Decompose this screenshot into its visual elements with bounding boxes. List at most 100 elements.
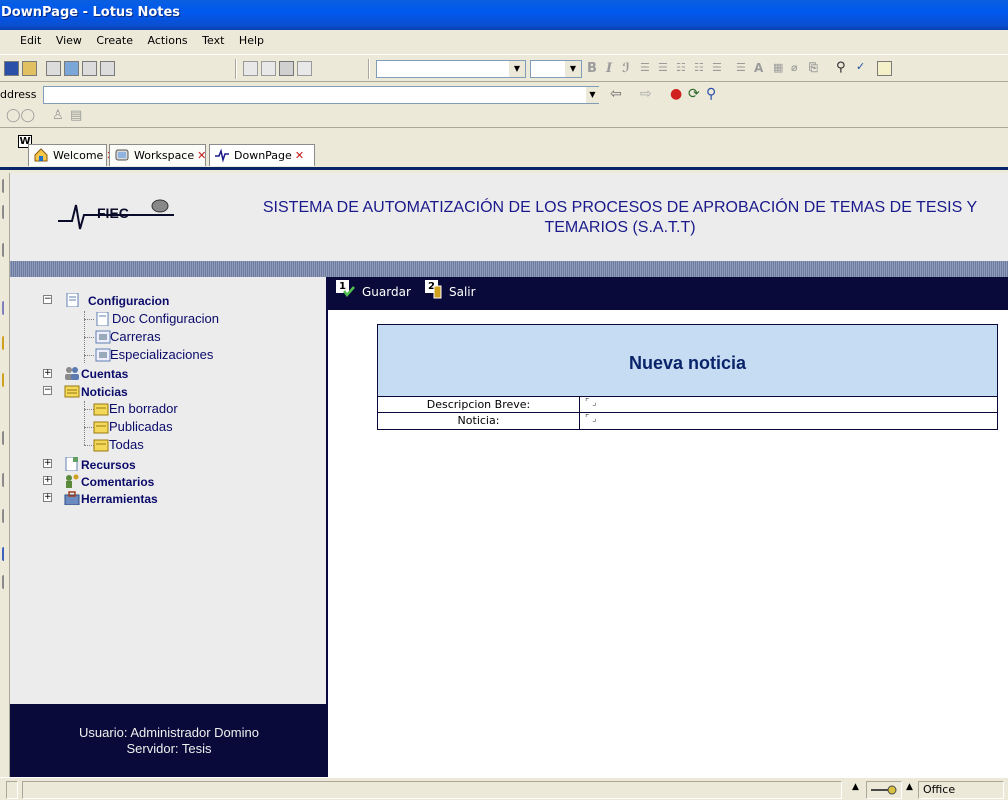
bullets-icon[interactable]: ☷ [676, 61, 686, 74]
attach-icon[interactable]: ⌀ [791, 61, 798, 74]
menu-actions[interactable]: Actions [147, 34, 187, 47]
bookmark-icon[interactable] [2, 301, 10, 315]
highlight-icon[interactable]: ℐ [622, 61, 630, 76]
style-combo[interactable]: ▼ [376, 60, 526, 78]
bookmark-icon[interactable] [2, 243, 10, 257]
menu-create[interactable]: Create [96, 34, 133, 47]
menu-edit[interactable]: Edit [20, 34, 41, 47]
security-indicator[interactable] [866, 781, 902, 799]
expand-toggle-icon[interactable]: + [43, 493, 52, 502]
bookmark-icon[interactable] [2, 473, 10, 487]
location-selector[interactable]: Office [918, 781, 1004, 799]
sidebar-item-publicadas[interactable]: Publicadas [109, 419, 173, 434]
menu-help[interactable]: Help [239, 34, 264, 47]
noticia-field[interactable]: ⌜ ⌟ [581, 413, 997, 429]
close-icon[interactable]: ✕ [295, 149, 304, 162]
guardar-button[interactable]: 1 Guardar [336, 280, 411, 299]
sidebar-item-especializaciones[interactable]: Especializaciones [110, 347, 213, 362]
bookmark-icon[interactable] [2, 373, 10, 387]
field-label: Descripcion Breve: [378, 397, 580, 413]
open-icon[interactable] [22, 61, 37, 76]
back-icon[interactable]: ⇦ [610, 86, 622, 102]
tree-line [84, 319, 94, 320]
spell-check-icon[interactable]: ✓ [856, 60, 865, 73]
align-center-icon[interactable]: ☰ [658, 61, 668, 74]
mail-icon[interactable] [64, 61, 79, 76]
spacing-icon[interactable]: ☰ [736, 61, 746, 74]
paragraph-icon[interactable]: ☰ [712, 61, 722, 74]
tab-downpage[interactable]: DownPage ✕ [209, 144, 315, 166]
close-icon[interactable]: ✕ [197, 149, 206, 162]
sidebar-item-herramientas[interactable]: Herramientas [81, 492, 158, 506]
bookmark-icon[interactable] [2, 205, 10, 219]
bookmark-icon[interactable] [2, 179, 10, 193]
expand-toggle-icon[interactable]: + [43, 369, 52, 378]
chevron-up-icon[interactable]: ▲ [906, 782, 913, 792]
copy-icon[interactable] [261, 61, 276, 76]
users-icon [65, 367, 79, 380]
preview-icon[interactable] [100, 61, 115, 76]
descripcion-breve-field[interactable]: ⌜ ⌟ [581, 397, 997, 413]
tab-welcome[interactable]: Welcome✕ [28, 144, 116, 166]
expand-toggle-icon[interactable]: − [43, 386, 52, 395]
save-icon[interactable] [4, 61, 19, 76]
hotspot-icon[interactable]: ⎘ [809, 61, 818, 75]
paste-special-icon[interactable] [297, 61, 312, 76]
search-icon[interactable]: ⚲ [706, 86, 716, 102]
expand-toggle-icon[interactable]: + [43, 459, 52, 468]
font-size-combo[interactable]: ▼ [530, 60, 582, 78]
numbering-icon[interactable]: ☷ [694, 61, 704, 74]
edit-icon[interactable] [46, 61, 61, 76]
tab-workspace[interactable]: Workspace ✕ [109, 144, 206, 166]
forward-icon[interactable]: ⇨ [640, 86, 652, 102]
refresh-icon[interactable]: ⟳ [688, 86, 700, 102]
discussion-icon[interactable]: ◯◯ [6, 108, 35, 123]
bookmark-icon[interactable] [2, 431, 10, 445]
field-bracket-icon: ⌜ ⌟ [585, 398, 597, 408]
stop-icon[interactable]: ● [670, 86, 682, 102]
bold-icon[interactable]: B [587, 61, 597, 76]
menu-text[interactable]: Text [202, 34, 224, 47]
table-icon[interactable]: ▦ [773, 61, 783, 74]
server-label: Servidor: Tesis [126, 741, 212, 756]
text-style-icon[interactable]: A [754, 61, 763, 75]
align-left-icon[interactable]: ☰ [640, 61, 650, 74]
folder-icon [93, 421, 109, 434]
salir-button[interactable]: 2 Salir [425, 280, 476, 299]
cut-icon[interactable] [243, 61, 258, 76]
sidebar-item-doc-configuracion[interactable]: Doc Configuracion [112, 311, 219, 326]
bookmark-icon[interactable] [2, 336, 10, 350]
sidebar-item-todas[interactable]: Todas [109, 437, 144, 452]
sidebar-item-comentarios[interactable]: Comentarios [81, 475, 154, 489]
find-icon[interactable]: ⚲ [836, 60, 846, 75]
print-icon[interactable] [82, 61, 97, 76]
chevron-down-icon[interactable]: ▼ [565, 61, 581, 77]
expand-toggle-icon[interactable]: + [43, 476, 52, 485]
expand-toggle-icon[interactable]: − [43, 295, 52, 304]
toolbar: ▼ ▼ B I ℐ ☰ ☰ ☷ ☷ ☰ ☰ A ▦ ⌀ ⎘ ⚲ ✓ [0, 54, 1008, 82]
bookmark-icon[interactable] [2, 547, 10, 561]
chevron-down-icon[interactable]: ▼ [509, 61, 525, 77]
address-input[interactable] [43, 86, 599, 104]
chevron-up-icon[interactable]: ▲ [852, 782, 859, 792]
document-properties-icon[interactable]: ▤ [70, 108, 82, 123]
person-icon[interactable]: ♙ [52, 108, 64, 123]
user-label: Usuario: Administrador Domino [79, 725, 259, 740]
menu-view[interactable]: View [56, 34, 82, 47]
sidebar-item-cuentas[interactable]: Cuentas [81, 367, 128, 381]
bookmark-icon[interactable] [2, 509, 10, 523]
paste-icon[interactable] [279, 61, 294, 76]
sidebar-item-en-borrador[interactable]: En borrador [109, 401, 178, 416]
properties-icon[interactable] [877, 61, 892, 76]
header-divider [10, 261, 1008, 277]
address-dropdown-icon[interactable]: ▼ [586, 87, 599, 103]
italic-icon[interactable]: I [606, 61, 612, 76]
sidebar-item-carreras[interactable]: Carreras [110, 329, 161, 344]
window-tabs: W Welcome✕ Workspace✕ DownPage✕ [0, 128, 1008, 170]
sidebar-item-recursos[interactable]: Recursos [81, 458, 136, 472]
sidebar-item-configuracion[interactable]: Configuracion [88, 294, 169, 308]
tab-label: Workspace [134, 149, 195, 162]
sidebar-item-noticias[interactable]: Noticias [81, 385, 128, 399]
address-bar: ddress ▼ ⇦ ⇨ ● ⟳ ⚲ [0, 84, 1008, 106]
bookmark-icon[interactable] [2, 575, 10, 589]
